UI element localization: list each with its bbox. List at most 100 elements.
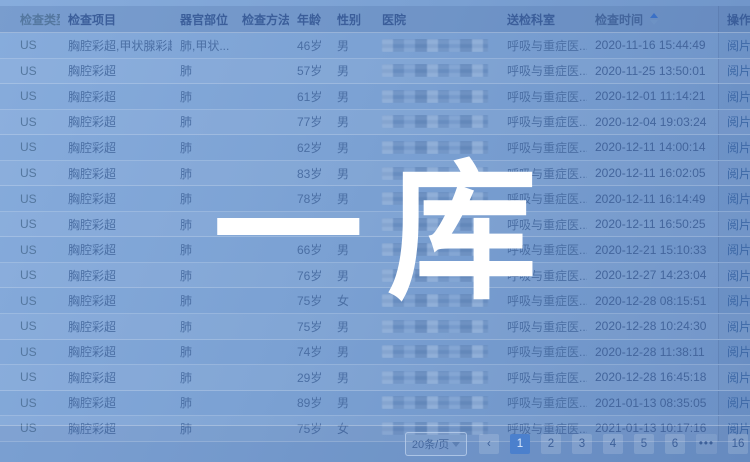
cell-organ: 肺 — [172, 113, 234, 130]
view-images-link[interactable]: 阅片 — [727, 369, 750, 386]
redacted-hospital-name — [382, 167, 488, 180]
cell-age: 78岁 — [289, 190, 329, 207]
cell-gender: 男 — [329, 241, 374, 258]
view-images-link[interactable]: 阅片 — [727, 343, 750, 360]
page-size-select[interactable]: 20条/页 — [405, 432, 467, 456]
cell-action: 阅片 — [718, 314, 750, 339]
prev-page-button[interactable]: ‹ — [479, 434, 499, 454]
column-header-label: 检查时间 — [595, 11, 643, 28]
cell-item: 胸腔彩超 — [60, 394, 172, 411]
view-images-link[interactable]: 阅片 — [727, 394, 750, 411]
cell-time: 2020-11-25 13:50:01 — [587, 64, 718, 78]
cell-type: US — [0, 370, 60, 384]
page-button-5[interactable]: 5 — [634, 434, 654, 454]
cell-hospital — [374, 141, 499, 154]
cell-hospital — [374, 243, 499, 256]
cell-type: US — [0, 268, 60, 282]
view-images-link[interactable]: 阅片 — [727, 62, 750, 79]
view-images-link[interactable]: 阅片 — [727, 165, 750, 182]
view-images-link[interactable]: 阅片 — [727, 292, 750, 309]
cell-type: US — [0, 166, 60, 180]
view-images-link[interactable]: 阅片 — [727, 139, 750, 156]
view-images-link[interactable]: 阅片 — [727, 241, 750, 258]
more-pages-button[interactable]: ••• — [696, 434, 717, 454]
page-button-1[interactable]: 1 — [510, 434, 530, 454]
cell-time: 2020-12-11 16:14:49 — [587, 192, 718, 206]
chevron-down-icon — [452, 442, 460, 447]
cell-age: 76岁 — [289, 216, 329, 233]
cell-organ: 肺 — [172, 190, 234, 207]
cell-action: 阅片 — [718, 110, 750, 135]
cell-dept: 呼吸与重症医... — [499, 394, 587, 411]
column-header-time[interactable]: 检查时间 — [587, 11, 718, 28]
cell-action: 阅片 — [718, 391, 750, 416]
cell-type: US — [0, 89, 60, 103]
column-header-action: 操作 — [718, 6, 750, 32]
cell-item: 胸腔彩超 — [60, 267, 172, 284]
cell-time: 2020-12-04 19:03:24 — [587, 115, 718, 129]
cell-dept: 呼吸与重症医... — [499, 165, 587, 182]
cell-organ: 肺 — [172, 216, 234, 233]
cell-dept: 呼吸与重症医... — [499, 62, 587, 79]
cell-gender: 男 — [329, 394, 374, 411]
cell-item: 胸腔彩超 — [60, 369, 172, 386]
cell-organ: 肺 — [172, 62, 234, 79]
cell-hospital — [374, 345, 499, 358]
view-images-link[interactable]: 阅片 — [727, 216, 750, 233]
cell-age: 83岁 — [289, 165, 329, 182]
cell-item: 胸腔彩超 — [60, 343, 172, 360]
table-body: US胸腔彩超,甲状腺彩超肺,甲状...46岁男呼吸与重症医...2020-11-… — [0, 33, 750, 442]
cell-dept: 呼吸与重症医... — [499, 318, 587, 335]
cell-hospital — [374, 192, 499, 205]
view-images-link[interactable]: 阅片 — [727, 267, 750, 284]
cell-type: US — [0, 396, 60, 410]
cell-gender: 女 — [329, 216, 374, 233]
view-images-link[interactable]: 阅片 — [727, 113, 750, 130]
cell-time: 2020-12-11 16:02:05 — [587, 166, 718, 180]
page-button-3[interactable]: 3 — [572, 434, 592, 454]
cell-organ: 肺 — [172, 267, 234, 284]
cell-item: 胸腔彩超 — [60, 292, 172, 309]
column-header-dept: 送检科室 — [499, 11, 587, 28]
cell-type: US — [0, 243, 60, 257]
column-header-type: 检查类型 — [0, 11, 60, 28]
cell-age: 46岁 — [289, 37, 329, 54]
cell-item: 胸腔彩超 — [60, 318, 172, 335]
page-button-6[interactable]: 6 — [665, 434, 685, 454]
view-images-link[interactable]: 阅片 — [727, 88, 750, 105]
cell-gender: 男 — [329, 139, 374, 156]
cell-time: 2020-12-27 14:23:04 — [587, 268, 718, 282]
table-row: US胸腔彩超肺76岁女呼吸与重症医...2020-12-11 16:50:25阅… — [0, 212, 750, 238]
cell-age: 74岁 — [289, 343, 329, 360]
cell-gender: 男 — [329, 88, 374, 105]
cell-dept: 呼吸与重症医... — [499, 267, 587, 284]
cell-type: US — [0, 192, 60, 206]
sort-caret-icon[interactable] — [650, 13, 658, 25]
page-button-2[interactable]: 2 — [541, 434, 561, 454]
column-header-label: 性别 — [337, 11, 361, 28]
redacted-hospital-name — [382, 90, 488, 103]
cell-dept: 呼吸与重症医... — [499, 113, 587, 130]
cell-action: 阅片 — [718, 237, 750, 262]
view-images-link[interactable]: 阅片 — [727, 318, 750, 335]
table-row: US胸腔彩超肺62岁男呼吸与重症医...2020-12-11 14:00:14阅… — [0, 135, 750, 161]
exam-table: 检查类型检查项目器官部位检查方法年龄性别医院送检科室检查时间操作 US胸腔彩超,… — [0, 6, 750, 442]
cell-item: 胸腔彩超 — [60, 62, 172, 79]
redacted-hospital-name — [382, 141, 488, 154]
cell-item: 胸腔彩超 — [60, 113, 172, 130]
cell-type: US — [0, 140, 60, 154]
cell-gender: 女 — [329, 292, 374, 309]
view-images-link[interactable]: 阅片 — [727, 37, 750, 54]
page-button-last[interactable]: 16 — [728, 434, 748, 454]
column-header-label: 送检科室 — [507, 11, 555, 28]
cell-hospital — [374, 371, 499, 384]
cell-organ: 肺 — [172, 292, 234, 309]
column-header-age: 年龄 — [289, 11, 329, 28]
page-button-4[interactable]: 4 — [603, 434, 623, 454]
pagination-bar: 20条/页 ‹ 123456 ••• 16 — [0, 425, 750, 462]
view-images-link[interactable]: 阅片 — [727, 190, 750, 207]
cell-organ: 肺 — [172, 165, 234, 182]
cell-action: 阅片 — [718, 340, 750, 365]
cell-action: 阅片 — [718, 161, 750, 186]
cell-age: 57岁 — [289, 62, 329, 79]
